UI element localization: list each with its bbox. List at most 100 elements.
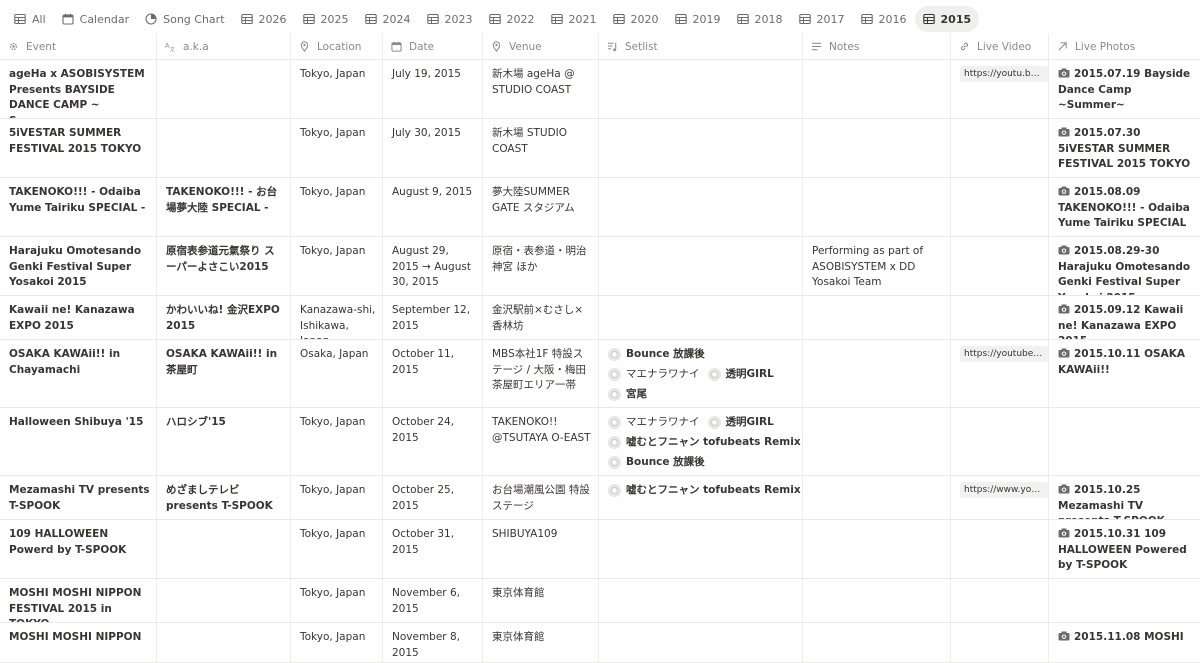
setlist-song-tag[interactable]: 嘘むとフニャン tofubeats Remix [608, 482, 801, 498]
tab-2023[interactable]: 2023 [419, 6, 481, 32]
venue-cell[interactable]: 夢大陸SUMMER GATE スタジアム [483, 178, 599, 236]
date-cell[interactable]: October 24, 2015 [383, 408, 483, 475]
aka-cell[interactable] [157, 623, 291, 662]
table-row[interactable]: Harajuku Omotesando Genki Festival Super… [0, 237, 1200, 296]
column-header-notes[interactable]: Notes [803, 34, 951, 59]
tab-2017[interactable]: 2017 [791, 6, 853, 32]
date-cell[interactable]: July 30, 2015 [383, 119, 483, 177]
event-cell[interactable]: 5iVESTAR SUMMER FESTIVAL 2015 TOKYO [0, 119, 157, 177]
event-cell[interactable]: MOSHI MOSHI NIPPON FESTIVAL 2015 in TOKY… [0, 579, 157, 622]
setlist-song-tag[interactable]: 透明GIRL [707, 366, 774, 382]
table-row[interactable]: 5iVESTAR SUMMER FESTIVAL 2015 TOKYO Tokyo… [0, 119, 1200, 178]
table-row[interactable]: Kawaii ne! Kanazawa EXPO 2015 かわいいね! 金沢EX… [0, 296, 1200, 340]
live-photos-cell[interactable]: 2015.08.29-30 Harajuku Omotesando Genki … [1049, 237, 1200, 295]
column-header-location[interactable]: Location [291, 34, 383, 59]
setlist-cell[interactable] [599, 520, 803, 578]
date-cell[interactable]: November 8, 2015 [383, 623, 483, 662]
live-video-cell[interactable]: https://www.yout... [951, 476, 1049, 519]
column-header-setlist[interactable]: Setlist [599, 34, 803, 59]
notes-cell[interactable] [803, 60, 951, 118]
venue-cell[interactable]: 金沢駅前×むさし×香林坊 [483, 296, 599, 339]
location-cell[interactable]: Tokyo, Japan [291, 579, 383, 622]
aka-cell[interactable]: OSAKA KAWAii!! in 茶屋町 [157, 340, 291, 407]
tab-all[interactable]: All [6, 6, 54, 32]
event-cell[interactable]: Harajuku Omotesando Genki Festival Super… [0, 237, 157, 295]
live-video-cell[interactable]: https://youtu.be/... [951, 60, 1049, 118]
setlist-cell[interactable] [599, 579, 803, 622]
live-video-cell[interactable]: https://youtube.c... [951, 340, 1049, 407]
tab-2015[interactable]: 2015 [914, 6, 980, 32]
notes-cell[interactable] [803, 520, 951, 578]
live-video-cell[interactable] [951, 520, 1049, 578]
live-photos-cell[interactable] [1049, 408, 1200, 475]
location-cell[interactable]: Tokyo, Japan [291, 237, 383, 295]
live-video-cell[interactable] [951, 178, 1049, 236]
event-cell[interactable]: Mezamashi TV presents T-SPOOK [0, 476, 157, 519]
date-cell[interactable]: November 6, 2015 [383, 579, 483, 622]
live-video-cell[interactable] [951, 408, 1049, 475]
live-video-cell[interactable] [951, 579, 1049, 622]
date-cell[interactable]: October 11, 2015 [383, 340, 483, 407]
venue-cell[interactable]: 原宿・表参道・明治神宮 ほか [483, 237, 599, 295]
live-photos-cell[interactable]: 2015.10.11 OSAKA KAWAii!! [1049, 340, 1200, 407]
notes-cell[interactable]: Performing as part of ASOBISYSTEM x DD Y… [803, 237, 951, 295]
notes-cell[interactable] [803, 476, 951, 519]
setlist-cell[interactable] [599, 296, 803, 339]
setlist-cell[interactable] [599, 119, 803, 177]
live-photos-link[interactable]: 2015.10.31 109 HALLOWEEN Powered by T-SP… [1058, 528, 1187, 571]
live-photos-link[interactable]: 2015.08.29-30 Harajuku Omotesando Genki … [1058, 245, 1190, 295]
setlist-song-tag[interactable]: 透明GIRL [707, 414, 774, 430]
venue-cell[interactable]: MBS本社1F 特設ステージ / 大阪・梅田 茶屋町エリア一帯 [483, 340, 599, 407]
venue-cell[interactable]: お台場潮風公園 特設ステージ [483, 476, 599, 519]
venue-cell[interactable]: 東京体育館 [483, 623, 599, 662]
live-video-cell[interactable] [951, 623, 1049, 662]
venue-cell[interactable]: 新木場 ageHa @ STUDIO COAST [483, 60, 599, 118]
tab-2020[interactable]: 2020 [605, 6, 667, 32]
aka-cell[interactable]: 原宿表参道元氣祭り スーパーよさこい2015 [157, 237, 291, 295]
event-cell[interactable]: Halloween Shibuya '15 [0, 408, 157, 475]
live-video-link[interactable]: https://youtube.c... [960, 346, 1048, 362]
setlist-cell[interactable] [599, 623, 803, 662]
column-header-a-k-a[interactable]: A 文 a.k.a [157, 34, 291, 59]
venue-cell[interactable]: 東京体育館 [483, 579, 599, 622]
event-cell[interactable]: 109 HALLOWEEN Powerd by T-SPOOK [0, 520, 157, 578]
tab-calendar[interactable]: Calendar [54, 6, 137, 32]
venue-cell[interactable]: 新木場 STUDIO COAST [483, 119, 599, 177]
aka-cell[interactable] [157, 579, 291, 622]
location-cell[interactable]: Osaka, Japan [291, 340, 383, 407]
live-photos-link[interactable]: 2015.10.11 OSAKA KAWAii!! [1058, 348, 1185, 376]
table-row[interactable]: Mezamashi TV presents T-SPOOK めざましテレビ pre… [0, 476, 1200, 520]
setlist-song-tag[interactable]: 嘘むとフニャン tofubeats Remix [608, 434, 801, 450]
notes-cell[interactable] [803, 178, 951, 236]
date-cell[interactable]: August 29, 2015 → August 30, 2015 [383, 237, 483, 295]
location-cell[interactable]: Kanazawa-shi, Ishikawa, Japan [291, 296, 383, 339]
live-photos-link[interactable]: 2015.07.30 5iVESTAR SUMMER FESTIVAL 2015… [1058, 127, 1190, 170]
live-photos-cell[interactable] [1049, 579, 1200, 622]
column-header-live-photos[interactable]: Live Photos [1049, 34, 1200, 59]
live-photos-cell[interactable]: 2015.10.31 109 HALLOWEEN Powered by T-SP… [1049, 520, 1200, 578]
tab-2024[interactable]: 2024 [357, 6, 419, 32]
event-cell[interactable]: TAKENOKO!!! - Odaiba Yume Tairiku SPECIA… [0, 178, 157, 236]
date-cell[interactable]: September 12, 2015 [383, 296, 483, 339]
notes-cell[interactable] [803, 296, 951, 339]
setlist-song-tag[interactable]: Bounce 放課後 [608, 346, 705, 362]
live-video-cell[interactable] [951, 119, 1049, 177]
aka-cell[interactable]: TAKENOKO!!! - お台場夢大陸 SPECIAL - [157, 178, 291, 236]
aka-cell[interactable]: かわいいね! 金沢EXPO 2015 [157, 296, 291, 339]
setlist-cell[interactable] [599, 60, 803, 118]
venue-cell[interactable]: SHIBUYA109 [483, 520, 599, 578]
tab-2026[interactable]: 2026 [233, 6, 295, 32]
notes-cell[interactable] [803, 408, 951, 475]
table-row[interactable]: OSAKA KAWAii!! in Chayamachi OSAKA KAWAii… [0, 340, 1200, 408]
setlist-cell[interactable] [599, 178, 803, 236]
notes-cell[interactable] [803, 623, 951, 662]
aka-cell[interactable]: めざましテレビ presents T-SPOOK [157, 476, 291, 519]
live-photos-cell[interactable]: 2015.10.25 Mezamashi TV presents T-SPOOK [1049, 476, 1200, 519]
location-cell[interactable]: Tokyo, Japan [291, 119, 383, 177]
location-cell[interactable]: Tokyo, Japan [291, 520, 383, 578]
location-cell[interactable]: Tokyo, Japan [291, 476, 383, 519]
setlist-cell[interactable] [599, 237, 803, 295]
date-cell[interactable]: August 9, 2015 [383, 178, 483, 236]
setlist-cell[interactable]: Bounce 放課後マエナラワナイ 透明GIRL 宮尾嘘むとフニャン tofubea… [599, 340, 803, 407]
location-cell[interactable]: Tokyo, Japan [291, 623, 383, 662]
